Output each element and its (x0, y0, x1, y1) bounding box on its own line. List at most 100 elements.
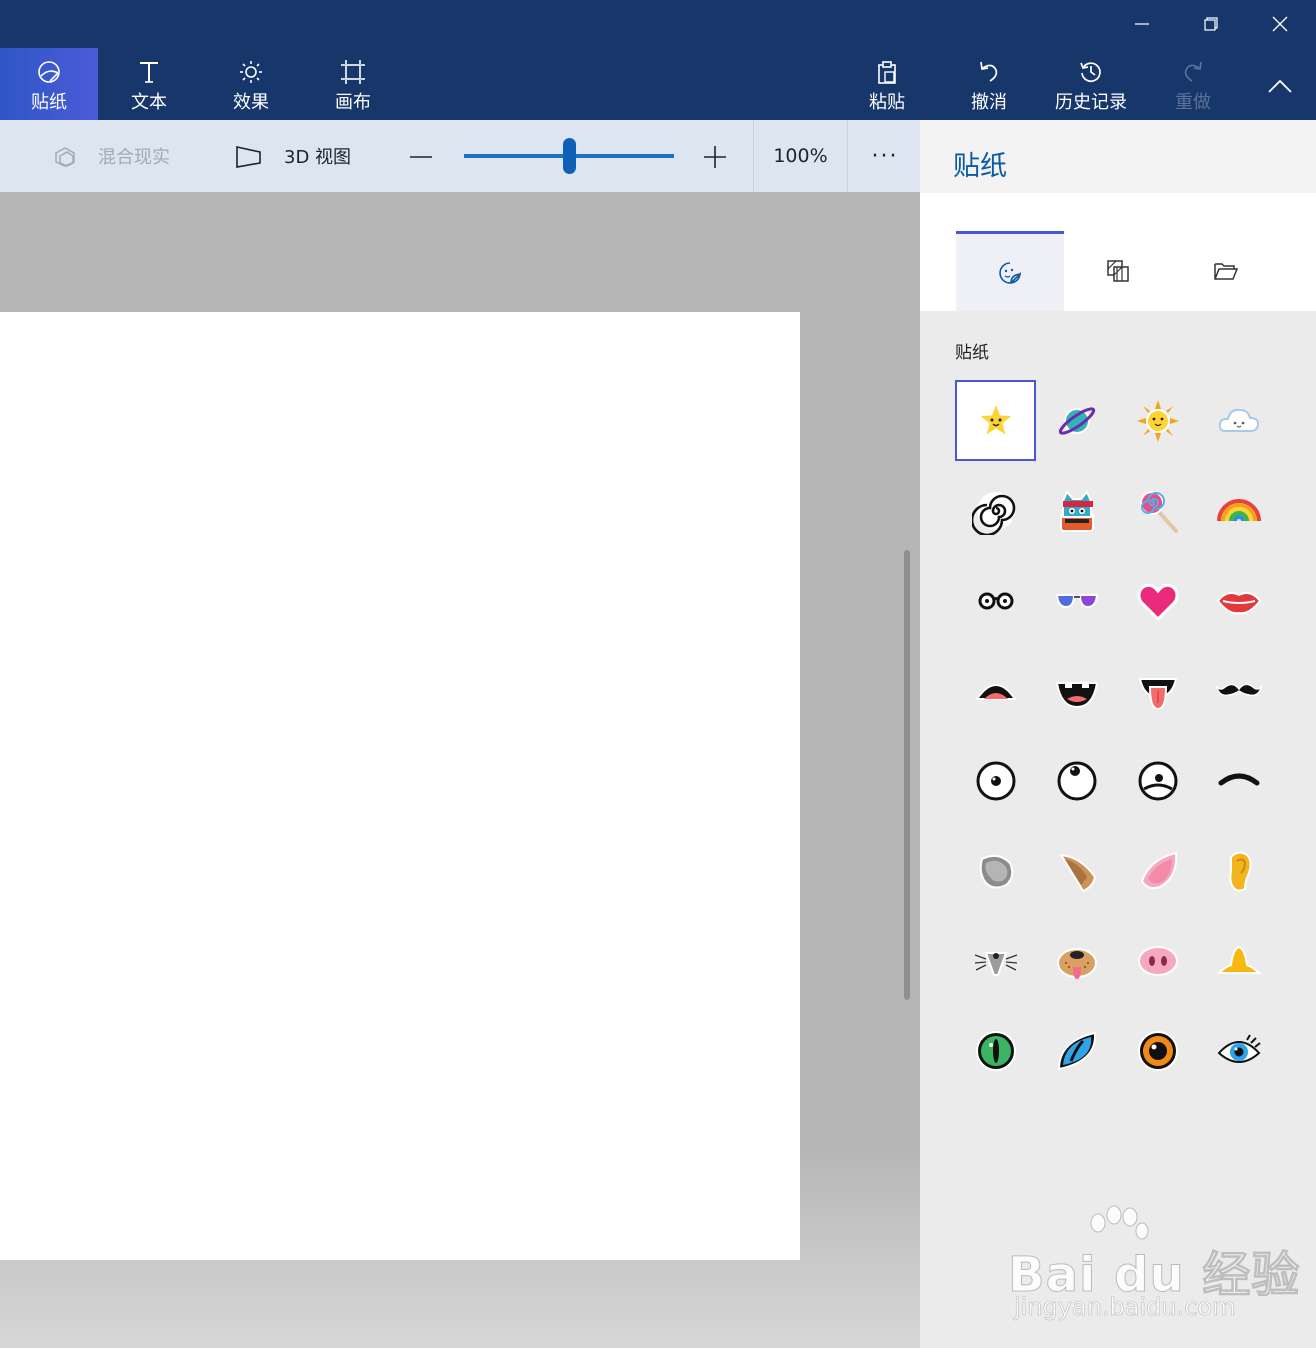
paste-icon (878, 61, 896, 84)
effects-icon (240, 61, 262, 83)
view-3d-label: 3D 视图 (284, 147, 352, 168)
eye-up-icon (1057, 761, 1096, 800)
zoom-percentage[interactable]: 100% (754, 120, 847, 192)
sticker-star-face[interactable] (955, 380, 1036, 461)
view-3d-button[interactable]: 3D 视图 (234, 120, 351, 192)
sticker-sun[interactable] (1117, 380, 1198, 461)
sticker-cat-eye-green[interactable] (955, 1010, 1036, 1091)
texture-tab-icon (1107, 260, 1129, 282)
more-options-button[interactable]: ··· (850, 120, 920, 192)
tongue-mouth-icon (1138, 677, 1177, 710)
tool-stickers[interactable]: 贴纸 (0, 48, 98, 120)
close-icon (1272, 16, 1288, 32)
sticker-pig-ear[interactable] (1117, 830, 1198, 911)
mouse-nose-icon (974, 951, 1017, 976)
sticker-planet[interactable] (1036, 380, 1117, 461)
history-button[interactable]: 历史记录 (1040, 48, 1142, 120)
sticker-eye-center[interactable] (955, 740, 1036, 821)
chevron-up-icon (1268, 79, 1292, 93)
sticker-cloud[interactable] (1198, 380, 1279, 461)
mixed-reality-icon (55, 147, 75, 167)
redo-label: 重做 (1175, 92, 1211, 113)
sticker-eye-up[interactable] (1036, 740, 1117, 821)
lips-icon (1216, 591, 1261, 614)
sticker-dog-ear[interactable] (1036, 830, 1117, 911)
sticker-yellow-nose[interactable] (1198, 920, 1279, 1001)
close-button[interactable] (1246, 0, 1314, 48)
mouse-ear-icon (979, 854, 1013, 889)
drawing-canvas[interactable] (0, 312, 800, 1260)
sticker-rainbow[interactable] (1198, 470, 1279, 551)
rainbow-icon (1216, 498, 1261, 521)
redo-button[interactable]: 重做 (1142, 48, 1244, 120)
text-icon (140, 62, 158, 83)
cat-eye-blue-icon (1057, 1031, 1096, 1070)
tool-canvas-label: 画布 (335, 92, 371, 113)
eye-worried-icon (1138, 761, 1177, 800)
tab-custom-stickers[interactable] (1172, 231, 1280, 311)
zoom-out-icon[interactable] (406, 142, 436, 172)
lash-eye-blue-icon (1217, 1033, 1261, 1063)
undo-button[interactable]: 撤消 (938, 48, 1040, 120)
minimize-button[interactable] (1108, 0, 1176, 48)
cat-eye-green-icon (975, 1030, 1016, 1071)
sticker-ninja-cat[interactable] (1036, 470, 1117, 551)
sticker-lollipop[interactable] (1117, 470, 1198, 551)
vertical-scrollbar[interactable] (904, 550, 910, 1000)
baidu-watermark: Bai du 经验 jingyan.baidu.com (1007, 1205, 1308, 1330)
dog-ear-icon (1058, 853, 1096, 892)
panel-header: 贴纸 (920, 120, 1316, 193)
watermark-url: jingyan.baidu.com (1014, 1293, 1236, 1322)
sticker-sunglasses[interactable] (1036, 560, 1117, 641)
sticker-heart[interactable] (1117, 560, 1198, 641)
sticker-icon (38, 61, 60, 83)
stickers-panel: 贴纸 贴纸 (920, 120, 1316, 1348)
sticker-dog-nose[interactable] (1036, 920, 1117, 1001)
redo-icon (1184, 61, 1202, 82)
sticker-teeth-mouth[interactable] (1036, 650, 1117, 731)
planet-icon (1058, 406, 1095, 435)
zoom-in-icon[interactable] (700, 142, 730, 172)
sticker-spiral[interactable] (955, 470, 1036, 551)
eyebrow-icon (1218, 773, 1259, 785)
canvas-icon (341, 60, 365, 84)
undo-label: 撤消 (971, 92, 1007, 113)
canvas-workspace (0, 192, 920, 1348)
heart-icon (1136, 583, 1179, 621)
open-mouth-icon (974, 683, 1017, 700)
undo-icon (980, 61, 998, 82)
sticker-glasses[interactable] (955, 560, 1036, 641)
sticker-mustache[interactable] (1198, 650, 1279, 731)
sticker-eye-orange[interactable] (1117, 1010, 1198, 1091)
sticker-mouse-nose[interactable] (955, 920, 1036, 1001)
paste-button[interactable]: 粘贴 (836, 48, 938, 120)
tab-stickers[interactable] (956, 231, 1064, 311)
tool-effects[interactable]: 效果 (200, 48, 302, 120)
zoom-slider-thumb[interactable] (562, 138, 576, 174)
view-toolbar: 混合现实 3D 视图 100% ··· (0, 120, 920, 192)
sticker-lash-eye-blue[interactable] (1198, 1010, 1279, 1091)
view-3d-icon (236, 146, 261, 168)
sticker-eye-worried[interactable] (1117, 740, 1198, 821)
tool-text[interactable]: 文本 (98, 48, 200, 120)
spiral-icon (971, 491, 1015, 535)
sticker-lips[interactable] (1198, 560, 1279, 641)
tool-canvas[interactable]: 画布 (302, 48, 404, 120)
history-icon (1080, 62, 1101, 82)
eye-orange-icon (1137, 1030, 1178, 1071)
sticker-human-ear[interactable] (1198, 830, 1279, 911)
sticker-eyebrow[interactable] (1198, 740, 1279, 821)
collapse-ribbon-button[interactable] (1246, 60, 1314, 112)
sticker-mouse-ear[interactable] (955, 830, 1036, 911)
sticker-pig-nose[interactable] (1117, 920, 1198, 1001)
tab-textures[interactable] (1064, 231, 1172, 311)
restore-button[interactable] (1177, 0, 1245, 48)
paste-label: 粘贴 (869, 92, 905, 113)
glasses-icon (978, 592, 1013, 609)
sticker-tongue-mouth[interactable] (1117, 650, 1198, 731)
divider (847, 120, 848, 192)
sticker-open-mouth[interactable] (955, 650, 1036, 731)
mixed-reality-button[interactable]: 混合现实 (52, 120, 170, 192)
sticker-cat-eye-blue[interactable] (1036, 1010, 1117, 1091)
tool-text-label: 文本 (131, 92, 167, 113)
